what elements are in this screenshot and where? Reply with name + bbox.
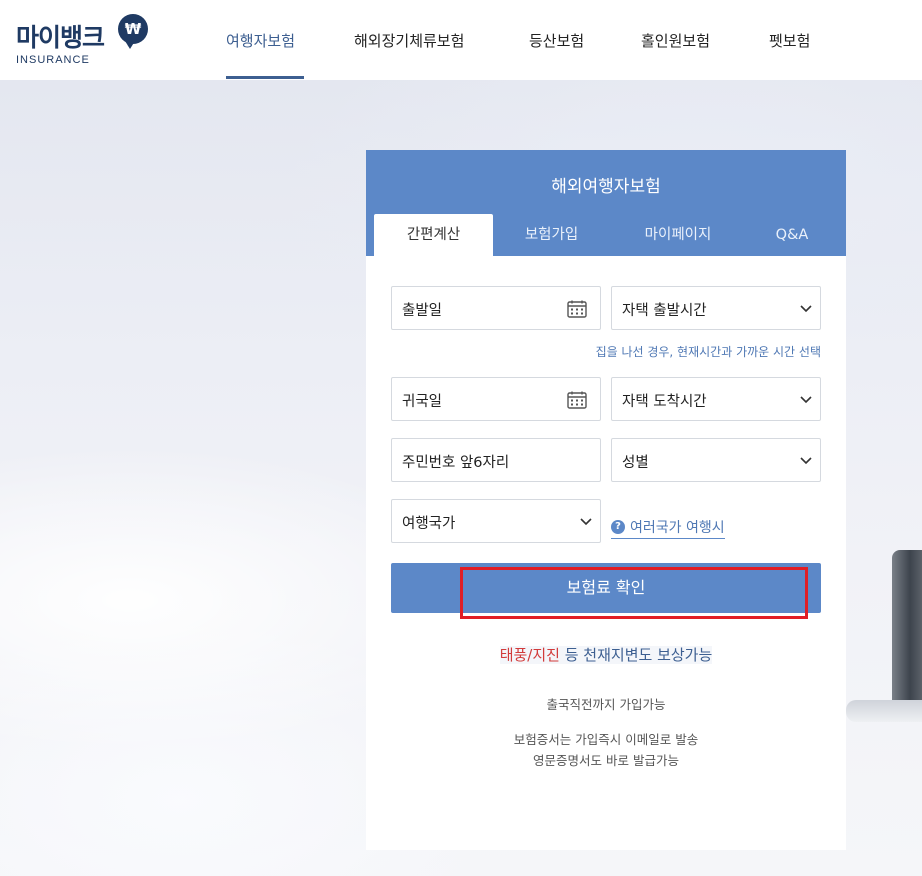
background-rock (892, 550, 922, 720)
multi-country-label: 여러국가 여행시 (630, 520, 725, 536)
promo-rest: 등 천재지변도 보상가능 (559, 646, 713, 664)
chevron-down-icon (800, 396, 812, 404)
country-select[interactable]: 여행국가 (391, 499, 601, 543)
site-header: 마이뱅크 ₩ INSURANCE 여행자보험 해외장기체류보험 등산보험 홀인원… (0, 0, 922, 80)
won-badge-icon: ₩ (118, 14, 148, 49)
departure-date-placeholder: 출발일 (402, 303, 443, 319)
departure-time-select[interactable]: 자택 출발시간 (611, 286, 821, 330)
departure-time-value: 자택 출발시간 (622, 303, 707, 319)
return-date-placeholder: 귀국일 (402, 394, 443, 410)
card-title: 해외여행자보험 (551, 177, 661, 197)
note-certificate-email: 보험증서는 가입즉시 이메일로 발송 (513, 732, 699, 747)
background-snow-ledge (846, 700, 922, 722)
chevron-down-icon (800, 457, 812, 465)
nav-hiking-insurance[interactable]: 등산보험 (529, 30, 584, 51)
arrival-time-select[interactable]: 자택 도착시간 (611, 377, 821, 421)
logo-text: 마이뱅크 (16, 23, 105, 52)
question-icon: ? (611, 520, 625, 534)
note-english-certificate: 영문증명서도 바로 발급가능 (533, 753, 679, 768)
return-date-field[interactable]: 귀국일 (391, 377, 601, 421)
nav-travel-insurance[interactable]: 여행자보험 (226, 30, 295, 51)
gender-value: 성별 (622, 455, 649, 471)
site-logo[interactable]: 마이뱅크 ₩ INSURANCE (16, 14, 156, 70)
multi-country-link[interactable]: ? 여러국가 여행시 (611, 517, 725, 539)
departure-date-field[interactable]: 출발일 (391, 286, 601, 330)
resident-number-placeholder: 주민번호 앞6자리 (402, 455, 510, 471)
tab-enroll[interactable]: 보험가입 (493, 214, 610, 256)
promo-text: 태풍/지진 등 천재지변도 보상가능 (366, 644, 846, 665)
nav-hole-in-one-insurance[interactable]: 홀인원보험 (641, 30, 710, 51)
chevron-down-icon (580, 518, 592, 526)
chevron-down-icon (800, 305, 812, 313)
tab-my-page[interactable]: 마이페이지 (618, 214, 738, 256)
promo-highlight: 태풍/지진 (499, 646, 560, 664)
country-value: 여행국가 (402, 516, 456, 532)
note-enroll-until-departure: 출국직전까지 가입가능 (546, 697, 666, 712)
calendar-icon[interactable] (567, 300, 587, 318)
nav-pet-insurance[interactable]: 펫보험 (769, 30, 810, 51)
red-highlight-box (460, 567, 808, 619)
tab-quick-quote[interactable]: 간편계산 (374, 214, 493, 256)
logo-subtitle: INSURANCE (16, 54, 90, 66)
gender-select[interactable]: 성별 (611, 438, 821, 482)
resident-number-input[interactable]: 주민번호 앞6자리 (391, 438, 601, 482)
nav-long-stay-insurance[interactable]: 해외장기체류보험 (354, 30, 464, 51)
card-header: 해외여행자보험 간편계산 보험가입 마이페이지 Q&A (366, 150, 846, 256)
nav-active-underline (226, 76, 304, 79)
arrival-time-value: 자택 도착시간 (622, 394, 707, 410)
departure-time-hint: 집을 나선 경우, 현재시간과 가까운 시간 선택 (595, 345, 821, 359)
calendar-icon[interactable] (567, 391, 587, 409)
tab-qna[interactable]: Q&A (752, 214, 832, 256)
